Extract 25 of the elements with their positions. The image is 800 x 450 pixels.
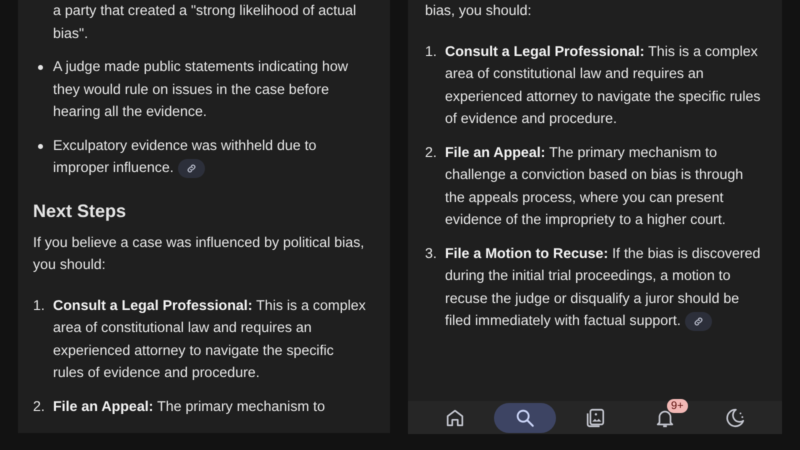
list-number: 1. xyxy=(425,42,438,62)
link-chip[interactable] xyxy=(178,158,205,178)
list-item-text: A judge made public statements indicating how they would rule on issues in the case before hearing all the evidence. xyxy=(53,58,349,122)
link-chip[interactable] xyxy=(684,312,712,331)
list-item-text: Exculpatory evidence was withheld due to improper influence. xyxy=(53,136,318,180)
list-number: 2. xyxy=(425,144,438,162)
list-item-text: a party that created a "strong likelihood of actual bias". xyxy=(53,2,358,44)
list-item-text: File a Motion to Recuse: If the bias is discovered during the initial trial proceedings, a motion to recuse the judge or disqualify a juror should be filed immediately with factual support. xyxy=(445,244,762,332)
list-number: 2. xyxy=(33,398,46,416)
photo-gallery-icon xyxy=(584,406,606,428)
paragraph: If you believe a case was influenced by political bias, you should: xyxy=(33,234,366,275)
link-icon xyxy=(186,162,197,174)
nav-tab[interactable] xyxy=(494,402,556,432)
list-item-text: Consult a Legal Professional: This is a complex area of constitutional law and requires an experienced attorney to navigate the specific rules of evidence and procedure. xyxy=(445,42,762,129)
bullet-dot xyxy=(38,144,43,148)
moon-icon xyxy=(724,406,746,428)
bullet-dot xyxy=(38,65,43,70)
list-item-text: File an Appeal: The primary mechanism to challenge a conviction based on bias is through the appeals process, where you can present evidence of the impropriety to a higher court. xyxy=(445,144,744,230)
paragraph: bias, you should: xyxy=(425,2,532,21)
link-icon xyxy=(692,316,704,327)
list-item-text: File an Appeal: The primary mechanism to xyxy=(53,398,326,416)
list-number: 1. xyxy=(33,296,46,316)
section-heading: Next Steps xyxy=(33,200,128,223)
list-item-text: Consult a Legal Professional: This is a complex area of constitutional law and requires an experienced attorney to navigate the specific rules of evidence and procedure. xyxy=(53,296,367,383)
list-number: 3. xyxy=(425,244,438,264)
